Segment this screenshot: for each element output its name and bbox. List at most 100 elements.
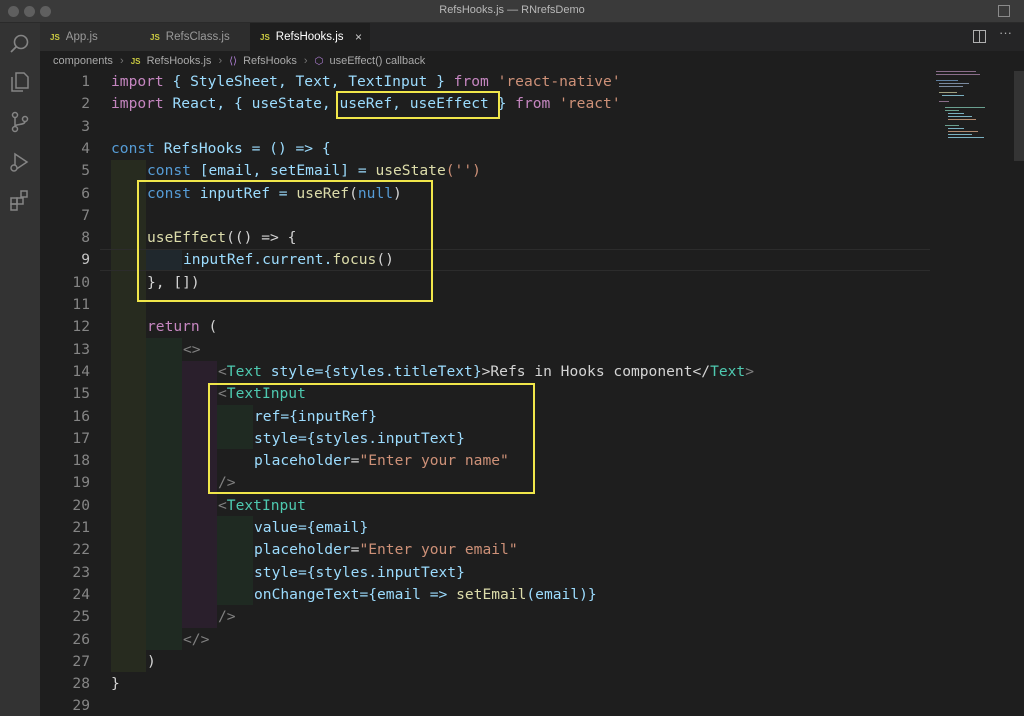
breadcrumb-item[interactable]: components — [53, 51, 113, 71]
token: </> — [183, 630, 210, 648]
code-line-20: <TextInput — [218, 495, 306, 517]
token: Text — [710, 362, 746, 380]
line-number: 23 — [72, 563, 90, 581]
highlight-box-useref-useeffect — [137, 180, 433, 302]
line-number: 10 — [72, 273, 90, 291]
token: onChangeText — [254, 585, 360, 603]
token: placeholder — [254, 541, 351, 559]
token: const — [111, 139, 155, 157]
minimap-line — [945, 107, 985, 108]
token: [email, setEmail] = — [190, 162, 376, 180]
line-number: 11 — [72, 296, 90, 313]
chevron-right-icon: › — [218, 55, 223, 67]
minimap-line — [939, 92, 957, 93]
line-number: 18 — [72, 452, 90, 470]
token: Text — [226, 362, 262, 380]
minimap-line — [942, 95, 964, 96]
minimap-line — [948, 119, 976, 120]
minimap-line — [948, 131, 978, 132]
vertical-scrollbar[interactable] — [1014, 71, 1024, 161]
line-number: 14 — [72, 362, 90, 380]
breadcrumb-item[interactable]: RefsHooks — [243, 51, 297, 71]
run-debug-icon[interactable] — [7, 149, 33, 175]
code-line-4: const RefsHooks = () => { — [111, 138, 331, 160]
vscode-window: RefsHooks.js — RNrefsDemo JS App.js JS Ref… — [0, 0, 1024, 716]
token: value — [254, 519, 298, 536]
tab-refsclass-js[interactable]: JS RefsClass.js — [140, 23, 251, 51]
code-line-25: /> — [218, 606, 236, 628]
tab-label: RefsClass.js — [165, 31, 230, 43]
token: ={styles.inputText} — [297, 563, 465, 581]
token: ( — [199, 318, 218, 336]
token: ) — [147, 652, 156, 670]
indent-guide — [217, 516, 253, 605]
token: import — [111, 95, 164, 113]
close-tab-icon[interactable]: × — [355, 23, 362, 51]
code-line-28: } — [111, 673, 120, 695]
more-actions-icon[interactable]: ··· — [999, 25, 1012, 40]
split-editor-icon[interactable] — [973, 30, 986, 43]
chevron-right-icon: › — [303, 55, 308, 67]
source-control-icon[interactable] — [7, 109, 33, 135]
line-number: 29 — [72, 697, 90, 715]
token: ={email => — [359, 585, 457, 603]
tab-app-js[interactable]: JS App.js — [40, 23, 141, 51]
minimap-line — [936, 71, 976, 72]
editor-tabs: JS App.js JS RefsClass.js JS RefsHooks.js ×… — [40, 23, 1024, 51]
line-number: 22 — [72, 541, 90, 559]
token: useState — [375, 162, 446, 180]
minimap[interactable] — [936, 71, 1008, 161]
token: >Refs in Hooks component</ — [481, 362, 711, 380]
breadcrumb-item[interactable]: useEffect() callback — [329, 51, 425, 71]
token: return — [147, 318, 200, 336]
code-line-13: <> — [183, 339, 201, 361]
breadcrumb-item[interactable]: RefsHooks.js — [147, 51, 212, 71]
code-line-12: return ( — [147, 316, 217, 338]
token: <> — [183, 340, 201, 358]
code-line-21: value={email} — [254, 517, 368, 539]
line-number: 24 — [72, 585, 90, 603]
code-line-14: <Text style={styles.titleText}>Refs in H… — [218, 361, 754, 383]
line-number: 7 — [81, 206, 90, 224]
token: /> — [218, 608, 236, 626]
line-number: 13 — [72, 340, 90, 358]
breadcrumb: components › JS RefsHooks.js › ⟨⟩ RefsHo… — [40, 51, 1024, 71]
tab-label: RefsHooks.js — [275, 31, 344, 43]
code-line-1: import { StyleSheet, Text, TextInput } f… — [111, 71, 621, 93]
minimap-line — [936, 74, 980, 75]
minimap-line — [945, 125, 959, 126]
token: (email)} — [526, 585, 597, 603]
code-line-23: style={styles.inputText} — [254, 562, 465, 584]
title-bar: RefsHooks.js — RNrefsDemo — [0, 0, 1024, 23]
token: 'react-native' — [488, 73, 621, 90]
token: style — [254, 563, 298, 581]
minimap-line — [936, 80, 958, 81]
line-number: 16 — [72, 407, 90, 425]
token: { StyleSheet, Text, TextInput } — [163, 73, 454, 90]
line-number: 27 — [72, 652, 90, 670]
explorer-icon[interactable] — [7, 69, 33, 95]
line-number: 26 — [72, 630, 90, 648]
indent-guide — [146, 338, 182, 650]
minimap-line — [945, 110, 959, 111]
line-number: 1 — [81, 73, 90, 90]
extensions-icon[interactable] — [7, 187, 33, 213]
layout-icon[interactable] — [998, 5, 1010, 17]
token: < — [218, 362, 227, 380]
line-number: 4 — [81, 139, 90, 157]
minimap-line — [948, 137, 984, 138]
line-number: 28 — [72, 675, 90, 693]
code-line-26: </> — [183, 629, 209, 651]
tab-label: App.js — [65, 31, 98, 43]
chevron-right-icon: › — [120, 55, 124, 67]
token: style — [261, 362, 315, 380]
minimap-line — [948, 116, 972, 117]
search-icon[interactable] — [7, 31, 33, 57]
line-number: 12 — [72, 318, 90, 336]
tab-refshooks-js[interactable]: JS RefsHooks.js × — [250, 23, 371, 51]
token: import — [111, 73, 164, 90]
code-line-24: onChangeText={email => setEmail(email)} — [254, 584, 597, 606]
minimap-line — [939, 86, 963, 87]
code-editor[interactable]: 1 2 3 4 5 6 7 8 9 10 11 12 13 14 15 16 1… — [40, 71, 1024, 716]
line-number: 15 — [72, 385, 90, 403]
